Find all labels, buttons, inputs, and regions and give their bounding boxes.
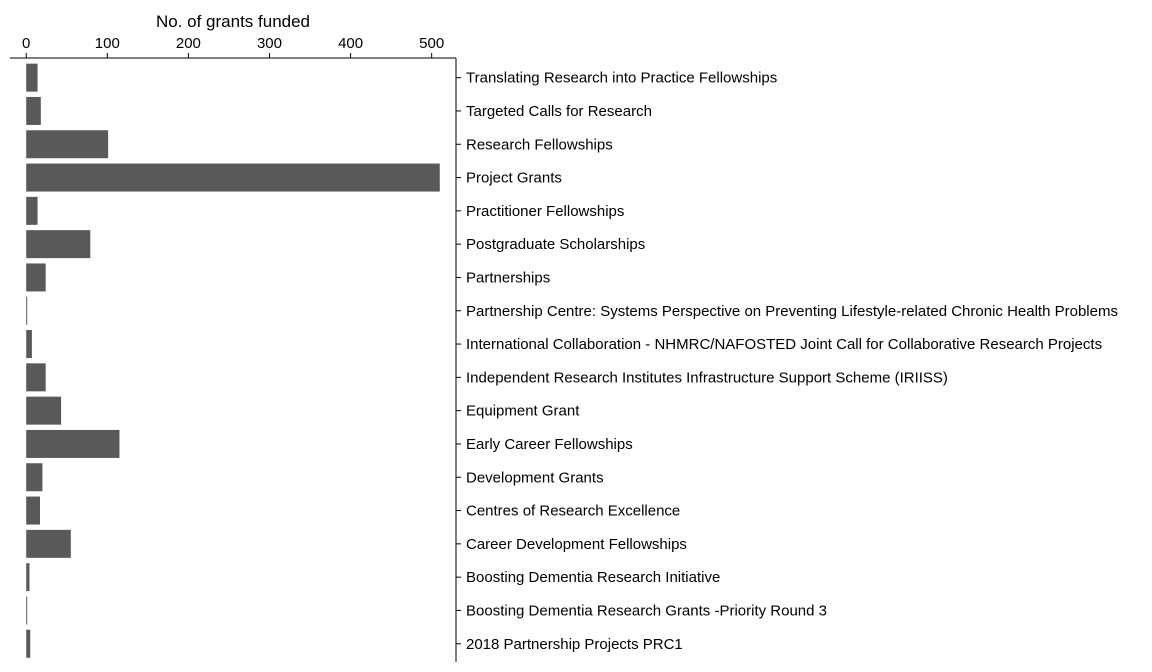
category-label: Boosting Dementia Research Initiative: [466, 569, 720, 586]
category-label: Career Development Fellowships: [466, 536, 687, 553]
category-label: 2018 Partnership Projects PRC1: [466, 636, 683, 653]
bar[interactable]: [26, 196, 38, 225]
bar[interactable]: [26, 163, 440, 192]
category-label: Boosting Dementia Research Grants -Prior…: [466, 602, 827, 619]
bar[interactable]: [26, 63, 38, 92]
category-label: Project Grants: [466, 170, 562, 187]
category-label: Research Fellowships: [466, 136, 613, 153]
bar[interactable]: [26, 429, 120, 458]
x-axis-title: No. of grants funded: [156, 12, 310, 31]
bar-chart: No. of grants funded 0 100 200 300 400 500 Tran…: [10, 12, 1118, 662]
bar[interactable]: [26, 130, 109, 159]
category-label: Practitioner Fellowships: [466, 203, 624, 220]
category-label: Early Career Fellowships: [466, 436, 633, 453]
bar[interactable]: [26, 230, 91, 259]
x-tick-label: 500: [419, 35, 444, 52]
bar[interactable]: [26, 496, 41, 525]
category-label: Postgraduate Scholarships: [466, 236, 645, 253]
category-label: Development Grants: [466, 469, 604, 486]
bar[interactable]: [26, 296, 28, 325]
category-label: Centres of Research Excellence: [466, 503, 680, 520]
category-label: Targeted Calls for Research: [466, 103, 652, 120]
x-tick-label: 400: [338, 35, 363, 52]
bar[interactable]: [26, 396, 62, 425]
category-label: Partnership Centre: Systems Perspective …: [466, 303, 1118, 320]
bar[interactable]: [26, 96, 41, 125]
bar[interactable]: [26, 529, 71, 558]
bar[interactable]: [26, 330, 32, 359]
category-label: Independent Research Institutes Infrastr…: [466, 369, 948, 386]
bar[interactable]: [26, 563, 30, 592]
category-label: Translating Research into Practice Fello…: [466, 70, 777, 87]
bar[interactable]: [26, 263, 46, 292]
bar[interactable]: [26, 629, 31, 658]
x-tick-label: 300: [257, 35, 282, 52]
x-tick-label: 0: [22, 35, 30, 52]
x-tick-label: 100: [95, 35, 120, 52]
x-tick-label: 200: [176, 35, 201, 52]
category-label: Partnerships: [466, 269, 550, 286]
category-label: Equipment Grant: [466, 403, 580, 420]
bar[interactable]: [26, 463, 43, 492]
bar[interactable]: [26, 596, 28, 625]
category-label: International Collaboration - NHMRC/NAFO…: [466, 336, 1102, 353]
chart-root: No. of grants funded 0 100 200 300 400 500 Tran…: [0, 0, 1152, 672]
bar[interactable]: [26, 363, 46, 392]
